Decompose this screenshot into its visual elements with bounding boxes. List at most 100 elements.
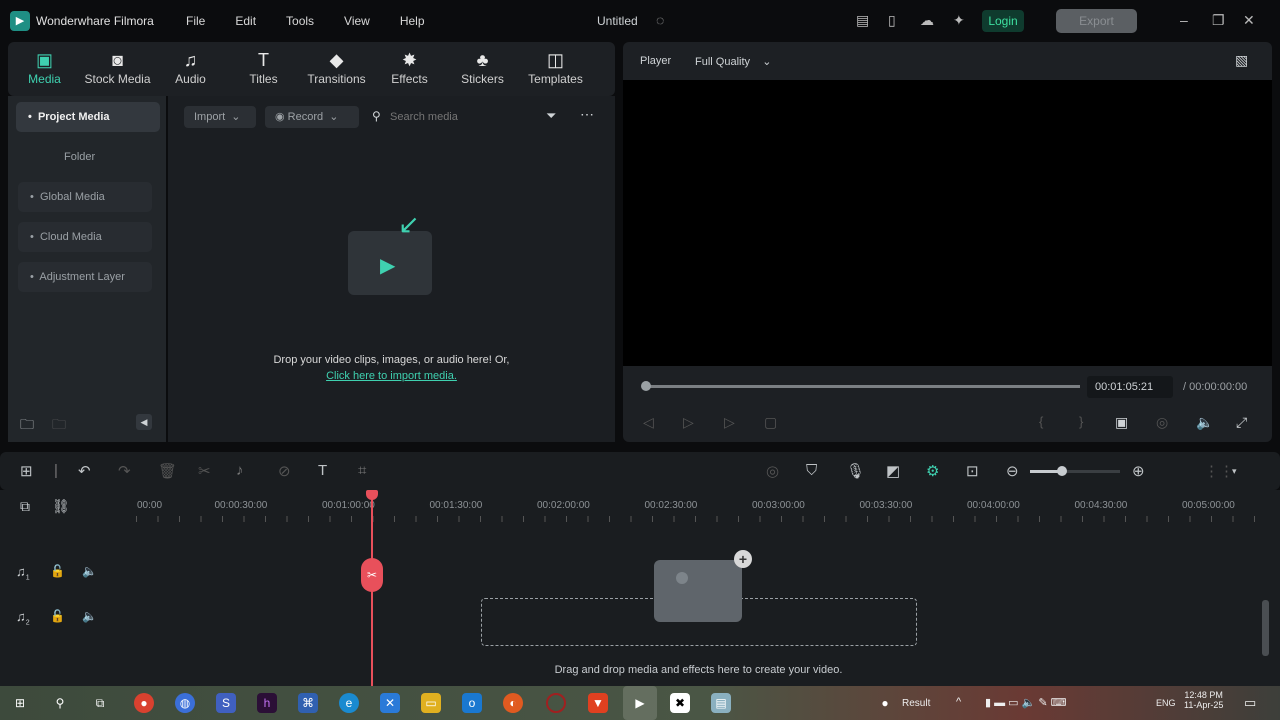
record-icon[interactable]: ◎ [766, 462, 779, 480]
notifications-icon[interactable]: ▭ [1244, 695, 1256, 711]
display-icon[interactable]: ▣ [1115, 414, 1128, 431]
clock[interactable]: 12:48 PM 11-Apr-25 [1184, 690, 1223, 710]
track-height-icon[interactable]: ⋮⋮ [1204, 462, 1234, 480]
restore-icon[interactable]: ❐ [1212, 12, 1225, 29]
sidebar-item-global-media[interactable]: • Global Media [18, 182, 152, 212]
lock-track-2-icon[interactable]: 🔓 [50, 609, 65, 623]
grid-icon[interactable]: ⊞ [20, 462, 33, 480]
brave-icon[interactable]: ▼ [588, 693, 608, 713]
zoom-out-icon[interactable]: ⊖ [1006, 462, 1019, 480]
new-folder-icon[interactable]: 🗀 [20, 414, 34, 438]
app-x-icon[interactable]: ✕ [380, 693, 400, 713]
tab-transitions[interactable]: ◆ Transitions [300, 42, 373, 96]
file-explorer-icon[interactable]: ▭ [421, 693, 441, 713]
import-folder-icon[interactable]: ▶ ↙ [348, 209, 432, 295]
import-dropdown[interactable]: Import ⌄ [184, 106, 256, 128]
camera-icon[interactable]: ◎ [1156, 414, 1168, 431]
tab-stickers[interactable]: ♣ Stickers [446, 42, 519, 96]
select-tool-icon[interactable]: | [54, 462, 58, 479]
edge-icon[interactable]: e [339, 693, 359, 713]
sidebar-item-adjustment-layer[interactable]: • Adjustment Layer [18, 262, 152, 292]
outlook-icon[interactable]: o [462, 693, 482, 713]
login-button[interactable]: Login [982, 10, 1024, 32]
text-icon[interactable]: T [318, 462, 327, 479]
sidebar-item-cloud-media[interactable]: • Cloud Media [18, 222, 152, 252]
tab-audio[interactable]: ♫ Audio [154, 42, 227, 96]
options-dropdown-icon[interactable]: ▾ [1232, 466, 1237, 477]
search-input[interactable] [390, 108, 530, 126]
sidebar-item-folder[interactable]: Folder [18, 142, 152, 172]
previous-frame-icon[interactable]: ◁ [643, 414, 654, 431]
zoom-slider-handle[interactable] [1056, 466, 1067, 476]
weather-text[interactable]: Result [902, 698, 930, 709]
tab-effects[interactable]: ✸ Effects [373, 42, 446, 96]
ai-icon[interactable]: ⚙ [926, 462, 939, 480]
split-scissors-icon[interactable]: ✂ [361, 558, 383, 592]
menu-tools[interactable]: Tools [286, 14, 314, 28]
pip-icon[interactable]: ⊡ [966, 462, 979, 480]
mark-in-icon[interactable]: { [1039, 414, 1043, 429]
play-reverse-icon[interactable]: ▷ [683, 414, 694, 431]
video-preview[interactable] [623, 80, 1272, 366]
capcut-icon[interactable]: ✖ [670, 693, 690, 713]
add-media-image-icon[interactable]: + [654, 550, 752, 622]
tab-titles[interactable]: T Titles [227, 42, 300, 96]
app-icon[interactable]: ◍ [175, 693, 195, 713]
play-icon[interactable]: ▷ [724, 414, 735, 431]
speed-icon[interactable]: ⊘ [278, 462, 291, 480]
microphone-icon[interactable]: 🎙 [846, 462, 865, 480]
collapse-sidebar-button[interactable]: ◀ [136, 414, 152, 430]
search-icon[interactable]: ⚲ [50, 693, 70, 713]
fullscreen-icon[interactable]: ⤢ [1236, 414, 1247, 431]
network-app-icon[interactable]: ⌘ [298, 693, 318, 713]
plus-icon[interactable]: + [734, 550, 752, 568]
windows-start-icon[interactable]: ⊞ [10, 693, 30, 713]
mute-track-1-icon[interactable]: 🔈 [82, 564, 97, 578]
volume-icon[interactable]: 🔈 [1196, 414, 1213, 431]
minimize-icon[interactable]: – [1180, 12, 1188, 28]
language-indicator[interactable]: ENG [1156, 698, 1176, 708]
file-icon[interactable]: ▯ [888, 12, 896, 29]
timeline-scrollbar[interactable] [1262, 600, 1269, 656]
current-time[interactable]: 00:01:05:21 [1087, 376, 1173, 398]
export-button[interactable]: Export [1056, 9, 1137, 33]
filter-icon[interactable]: ⏷ [546, 108, 556, 124]
snapshot-icon[interactable]: ▧ [1235, 52, 1248, 69]
lock-track-1-icon[interactable]: 🔓 [50, 564, 65, 578]
chrome-icon[interactable]: ● [134, 693, 154, 713]
delete-icon[interactable]: 🗑 [158, 462, 177, 480]
tab-templates[interactable]: ◫ Templates [519, 42, 592, 96]
sidebar-item-project-media[interactable]: • Project Media [16, 102, 160, 132]
menu-help[interactable]: Help [400, 14, 425, 28]
undo-icon[interactable]: ↶ [78, 462, 91, 480]
cut-icon[interactable]: ✂ [198, 462, 211, 480]
tray-chevron-icon[interactable]: ^ [956, 696, 961, 708]
mark-out-icon[interactable]: } [1079, 414, 1083, 429]
more-icon[interactable]: ⋯ [580, 106, 594, 123]
import-media-link[interactable]: Click here to import media. [168, 370, 615, 382]
close-icon[interactable]: ✕ [1243, 12, 1255, 29]
stop-icon[interactable]: ▢ [764, 414, 777, 431]
firefox-icon[interactable]: ◐ [503, 693, 523, 713]
tray-icons[interactable]: ▮ ▬ ▭ 🔈 ✎ ⌨ [985, 696, 1067, 709]
gift-icon[interactable]: ✦ [953, 12, 965, 29]
menu-edit[interactable]: Edit [235, 14, 256, 28]
filmora-taskbar-icon[interactable]: ▶ [623, 686, 657, 720]
teams-icon[interactable]: S [216, 693, 236, 713]
record-dropdown[interactable]: ◉ Record ⌄ [265, 106, 359, 128]
layout-icon[interactable]: ▤ [856, 12, 869, 29]
quality-dropdown[interactable]: Full Quality ⌄ [695, 55, 771, 68]
opera-icon[interactable] [546, 693, 566, 713]
task-view-icon[interactable]: ⧉ [90, 693, 110, 713]
cloud-icon[interactable]: ☁ [920, 12, 934, 29]
zoom-slider[interactable] [1030, 470, 1120, 473]
menu-file[interactable]: File [186, 14, 205, 28]
notepad-icon[interactable]: ▤ [711, 693, 731, 713]
sticker-icon[interactable]: ◩ [886, 462, 900, 480]
menu-view[interactable]: View [344, 14, 370, 28]
redo-icon[interactable]: ↷ [118, 462, 131, 480]
zoom-in-icon[interactable]: ⊕ [1132, 462, 1145, 480]
tab-stock-media[interactable]: ◙ Stock Media [81, 42, 154, 96]
scrubber-handle[interactable] [641, 381, 651, 391]
marker-icon[interactable]: ⛉ [806, 462, 817, 479]
